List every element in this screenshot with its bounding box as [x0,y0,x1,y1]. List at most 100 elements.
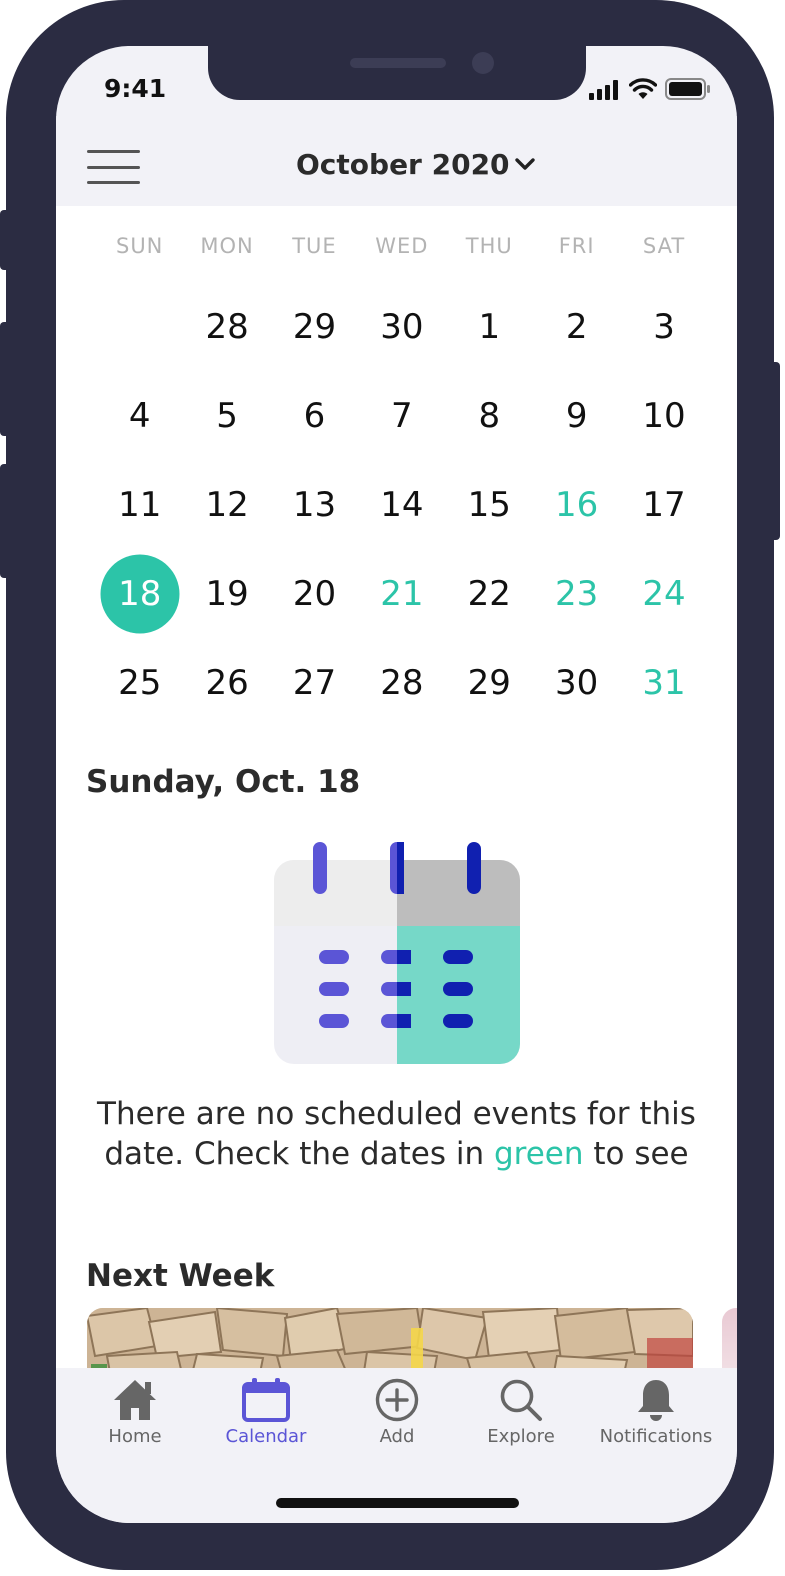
weekday-label: SUN [115,234,164,258]
menu-icon[interactable] [87,150,140,184]
day-number: 20 [292,573,337,614]
day-number: 7 [391,395,413,436]
tab-add[interactable]: Add [327,1378,467,1447]
day-cell[interactable]: 12 [183,460,270,549]
empty-state-line-1: There are no scheduled events for this [97,1096,696,1132]
tab-explore-label: Explore [487,1426,555,1447]
day-cell[interactable]: 1 [446,282,533,371]
search-icon [500,1379,542,1421]
day-number: 14 [380,484,424,525]
day-number: 25 [118,662,162,703]
day-number: 8 [478,395,501,436]
day-number: 12 [205,484,249,525]
empty-state-text: date. Check the dates in [104,1136,494,1172]
day-cell[interactable]: 6 [271,371,358,460]
front-camera [472,52,494,74]
day-number: 24 [642,573,686,614]
day-cell[interactable]: 3 [620,282,707,371]
side-button-mute [0,210,10,270]
day-number: 10 [642,395,686,436]
status-time: 9:41 [104,74,167,103]
day-cell[interactable]: 13 [271,460,358,549]
day-cell[interactable]: 11 [96,460,183,549]
day-number: 17 [642,484,686,525]
side-button-power [770,362,780,540]
day-cell[interactable]: 14 [358,460,445,549]
notch [208,46,586,100]
day-number: 3 [653,306,675,347]
day-number: 22 [467,573,511,614]
calendar-grid: 28 29 30 1 2 3 4 5 6 7 8 9 10 11 12 13 14 15 16 17 18 19 20 21 2… [96,282,708,727]
home-indicator[interactable] [276,1498,519,1508]
day-cell[interactable]: 17 [620,460,707,549]
day-number: 27 [292,662,337,703]
day-cell[interactable]: 8 [446,371,533,460]
day-number: 6 [303,395,326,436]
day-number: 30 [380,306,424,347]
empty-calendar-illustration [274,842,520,1064]
month-selector-label[interactable]: October 2020 [296,148,510,181]
day-number: 28 [205,306,249,347]
status-icons [589,78,711,100]
day-cell[interactable]: 19 [183,549,270,638]
day-cell[interactable]: 21 [358,549,445,638]
day-cell[interactable]: 15 [446,460,533,549]
day-cell[interactable]: 30 [358,282,445,371]
day-cell[interactable]: 24 [620,549,707,638]
side-button-volume-up [0,322,10,436]
day-number: 16 [555,484,599,525]
day-cell[interactable]: 10 [620,371,707,460]
day-cell[interactable]: 28 [183,282,270,371]
day-cell[interactable]: 4 [96,371,183,460]
green-highlight: green [493,1136,584,1172]
tab-calendar[interactable]: Calendar [196,1378,336,1447]
day-number: 11 [118,484,162,525]
wifi-icon [629,78,657,99]
day-cell[interactable]: 22 [446,549,533,638]
selected-day-cell[interactable]: 18 [96,549,183,638]
day-cell[interactable]: 28 [358,638,445,727]
day-number: 5 [216,395,238,436]
day-number: 15 [467,484,511,525]
main-content: SUN MON TUE WED THU FRI SAT 28 29 30 1 2 3 4 5 6 7 8 9 10 1… [56,206,737,1378]
day-cell[interactable]: 2 [533,282,620,371]
next-week-title: Next Week [86,1258,275,1294]
day-cell[interactable]: 29 [446,638,533,727]
side-button-volume-down [0,464,10,578]
weekday-label: SAT [642,234,686,258]
day-cell[interactable]: 27 [271,638,358,727]
tab-home[interactable]: Home [65,1378,205,1447]
day-cell[interactable]: 31 [620,638,707,727]
day-cell[interactable]: 30 [533,638,620,727]
tab-explore[interactable]: Explore [451,1378,591,1447]
day-number: 13 [292,484,337,525]
day-cell[interactable]: 26 [183,638,270,727]
day-number: 26 [205,662,249,703]
day-cell[interactable]: 25 [96,638,183,727]
day-cell[interactable]: 9 [533,371,620,460]
weekday-header: SUN MON TUE WED THU FRI SAT [96,234,708,258]
selected-date-title: Sunday, Oct. 18 [86,764,361,800]
day-number: 21 [380,573,424,614]
weekday-label: WED [375,234,429,258]
weekday-label: FRI [558,234,595,258]
day-number: 23 [555,573,599,614]
day-number: 1 [478,306,501,347]
navigation-bar: October 2020 [56,116,737,206]
cellular-signal-icon [589,80,618,100]
day-cell[interactable]: 29 [271,282,358,371]
tab-notifications-label: Notifications [599,1426,713,1447]
tab-notifications[interactable]: Notifications [586,1378,726,1447]
chevron-down-icon[interactable] [514,156,536,172]
day-number: 30 [555,662,599,703]
weekday-label: MON [200,234,254,258]
weekday-label: TUE [292,234,337,258]
day-cell[interactable]: 20 [271,549,358,638]
day-cell[interactable]: 16 [533,460,620,549]
day-cell[interactable]: 7 [358,371,445,460]
day-cell[interactable]: 23 [533,549,620,638]
day-cell[interactable]: 5 [183,371,270,460]
plus-circle-icon [375,1378,419,1422]
tab-home-label: Home [108,1426,162,1447]
screen: 9:41 October 2020 SUN MON TUE WED THU FR… [56,46,737,1523]
